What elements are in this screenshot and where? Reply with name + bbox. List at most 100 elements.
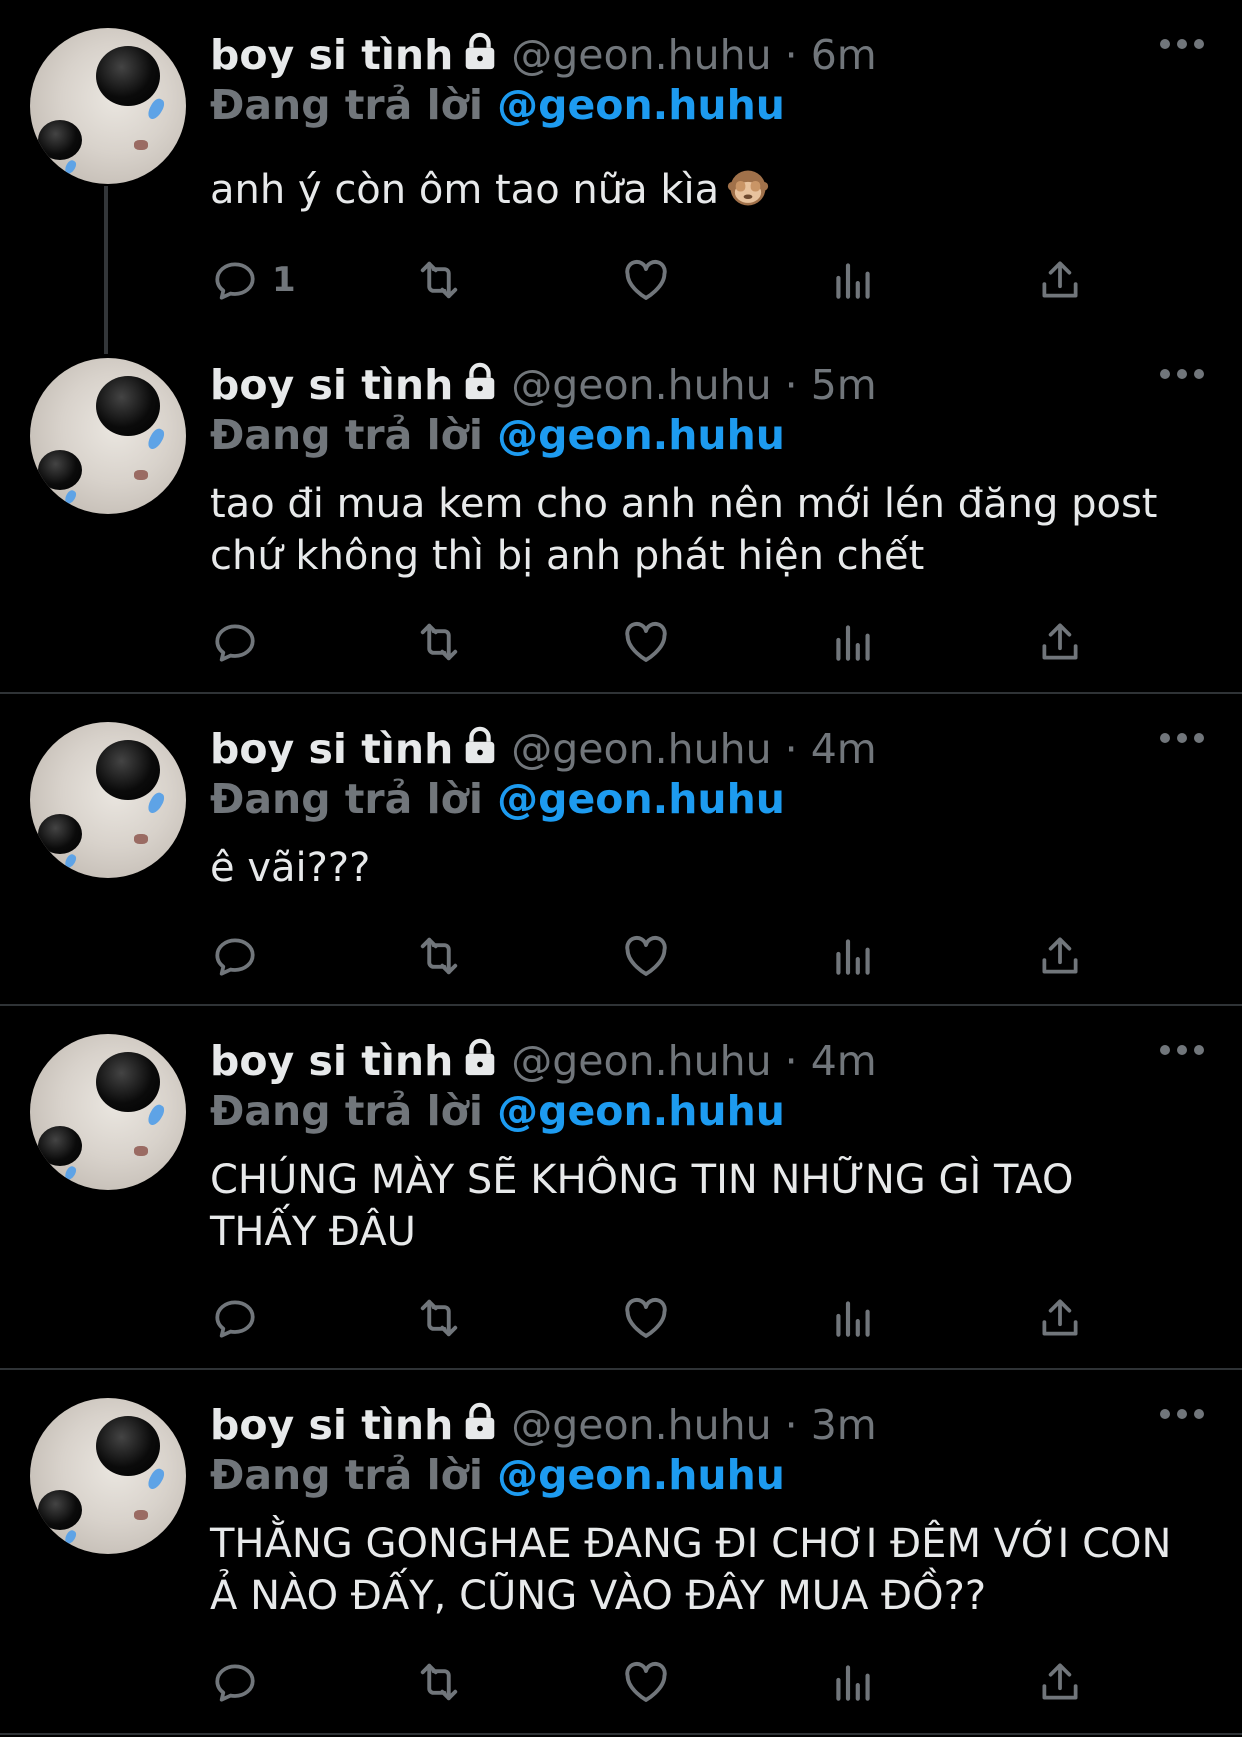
reply-button[interactable]: 1 [210, 252, 296, 308]
reply-icon [210, 1293, 260, 1343]
retweet-icon [413, 1292, 465, 1344]
reply-thread-feed: boy si tình @geon.huhu · 6m Đang trả lời … [0, 0, 1242, 1737]
tweet-text: ê vãi??? [210, 842, 1210, 894]
avatar[interactable] [30, 28, 186, 184]
retweet-button[interactable] [413, 1290, 465, 1346]
share-button[interactable] [1035, 252, 1085, 308]
tweet[interactable]: boy si tình @geon.huhu · 4m Đang trả lời … [0, 1006, 1242, 1368]
user-handle[interactable]: @geon.huhu [511, 361, 771, 409]
timestamp[interactable]: 3m [811, 1401, 877, 1449]
lock-icon [461, 1401, 499, 1455]
lock-icon [461, 31, 499, 85]
replying-to-label: Đang trả lời [210, 1087, 483, 1135]
tweet[interactable]: boy si tình @geon.huhu · 5m Đang trả lời … [0, 330, 1242, 692]
analytics-icon [828, 931, 878, 981]
like-button[interactable] [620, 252, 672, 308]
tweet-header: boy si tình @geon.huhu · 5m [210, 358, 877, 415]
like-icon [620, 616, 672, 668]
tweet-text-content: ê vãi??? [210, 845, 371, 891]
more-icon[interactable] [1160, 1406, 1204, 1422]
user-handle[interactable]: @geon.huhu [511, 1037, 771, 1085]
analytics-icon [828, 1657, 878, 1707]
retweet-icon [413, 616, 465, 668]
share-button[interactable] [1035, 1654, 1085, 1710]
retweet-button[interactable] [413, 928, 465, 984]
display-name[interactable]: boy si tình [210, 361, 453, 409]
like-button[interactable] [620, 1290, 672, 1346]
avatar[interactable] [30, 1034, 186, 1190]
avatar[interactable] [30, 722, 186, 878]
more-icon[interactable] [1160, 366, 1204, 382]
replying-to-handle[interactable]: @geon.huhu [497, 1451, 785, 1499]
user-handle[interactable]: @geon.huhu [511, 31, 771, 79]
timestamp[interactable]: 4m [811, 1037, 877, 1085]
more-icon[interactable] [1160, 36, 1204, 52]
retweet-icon [413, 930, 465, 982]
reply-icon [210, 931, 260, 981]
share-button[interactable] [1035, 928, 1085, 984]
tweet-text-line: CHÚNG MÀY SẼ KHÔNG TIN NHỮNG GÌ TAO [210, 1157, 1074, 1203]
avatar[interactable] [30, 1398, 186, 1554]
like-button[interactable] [620, 1654, 672, 1710]
like-button[interactable] [620, 928, 672, 984]
analytics-button[interactable] [828, 1290, 878, 1346]
retweet-button[interactable] [413, 1654, 465, 1710]
reply-button[interactable] [210, 1654, 260, 1710]
display-name[interactable]: boy si tình [210, 1401, 453, 1449]
share-button[interactable] [1035, 614, 1085, 670]
analytics-button[interactable] [828, 1654, 878, 1710]
display-name[interactable]: boy si tình [210, 31, 453, 79]
separator: · [784, 31, 798, 79]
tweet[interactable]: boy si tình @geon.huhu · 3m Đang trả lời … [0, 1370, 1242, 1732]
tweet-text: anh ý còn ôm tao nữa kìa [210, 164, 1210, 222]
tweet-header: boy si tình @geon.huhu · 4m [210, 1034, 877, 1091]
tweet-header: boy si tình @geon.huhu · 4m [210, 722, 877, 779]
display-name[interactable]: boy si tình [210, 725, 453, 773]
timestamp[interactable]: 6m [811, 31, 877, 79]
share-icon [1035, 255, 1085, 305]
display-name[interactable]: boy si tình [210, 1037, 453, 1085]
separator: · [784, 1401, 798, 1449]
separator: · [784, 361, 798, 409]
analytics-button[interactable] [828, 614, 878, 670]
thread-connector-line [104, 186, 108, 354]
analytics-icon [828, 255, 878, 305]
avatar[interactable] [30, 358, 186, 514]
replying-to-handle[interactable]: @geon.huhu [497, 411, 785, 459]
replying-to-handle[interactable]: @geon.huhu [497, 81, 785, 129]
retweet-icon [413, 1656, 465, 1708]
like-button[interactable] [620, 614, 672, 670]
tweet[interactable]: boy si tình @geon.huhu · 4m Đang trả lời … [0, 694, 1242, 1004]
separator: · [784, 1037, 798, 1085]
like-icon [620, 1292, 672, 1344]
reply-icon [210, 1657, 260, 1707]
lock-icon [461, 1037, 499, 1091]
retweet-button[interactable] [413, 614, 465, 670]
reply-button[interactable] [210, 928, 260, 984]
share-icon [1035, 617, 1085, 667]
timestamp[interactable]: 4m [811, 725, 877, 773]
analytics-button[interactable] [828, 928, 878, 984]
tweet-actions [210, 1290, 1110, 1346]
like-icon [620, 930, 672, 982]
separator: · [784, 725, 798, 773]
timestamp[interactable]: 5m [811, 361, 877, 409]
reply-button[interactable] [210, 614, 260, 670]
replying-to-handle[interactable]: @geon.huhu [497, 775, 785, 823]
tweet-actions: 1 [210, 252, 1110, 308]
tweet[interactable]: boy si tình @geon.huhu · 6m Đang trả lời … [0, 0, 1242, 354]
analytics-button[interactable] [828, 252, 878, 308]
tweet-header: boy si tình @geon.huhu · 3m [210, 1398, 877, 1455]
reply-count: 1 [272, 260, 296, 300]
user-handle[interactable]: @geon.huhu [511, 1401, 771, 1449]
user-handle[interactable]: @geon.huhu [511, 725, 771, 773]
more-icon[interactable] [1160, 730, 1204, 746]
replying-to-label: Đang trả lời [210, 775, 483, 823]
more-icon[interactable] [1160, 1042, 1204, 1058]
see-no-evil-monkey-icon [727, 167, 769, 222]
reply-button[interactable] [210, 1290, 260, 1346]
tweet-text: THẰNG GONGHAE ĐANG ĐI CHƠI ĐÊM VỚI CON Ả… [210, 1518, 1210, 1622]
replying-to-handle[interactable]: @geon.huhu [497, 1087, 785, 1135]
retweet-button[interactable] [413, 252, 465, 308]
share-button[interactable] [1035, 1290, 1085, 1346]
